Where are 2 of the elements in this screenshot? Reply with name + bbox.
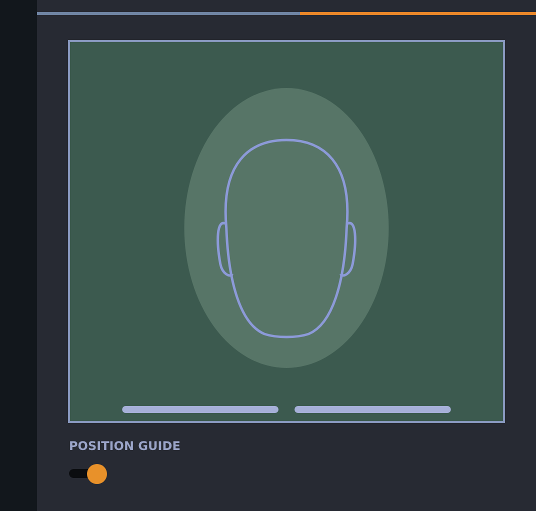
position-guide-toggle[interactable]: [69, 463, 109, 485]
position-guide-label: POSITION GUIDE: [69, 439, 182, 453]
